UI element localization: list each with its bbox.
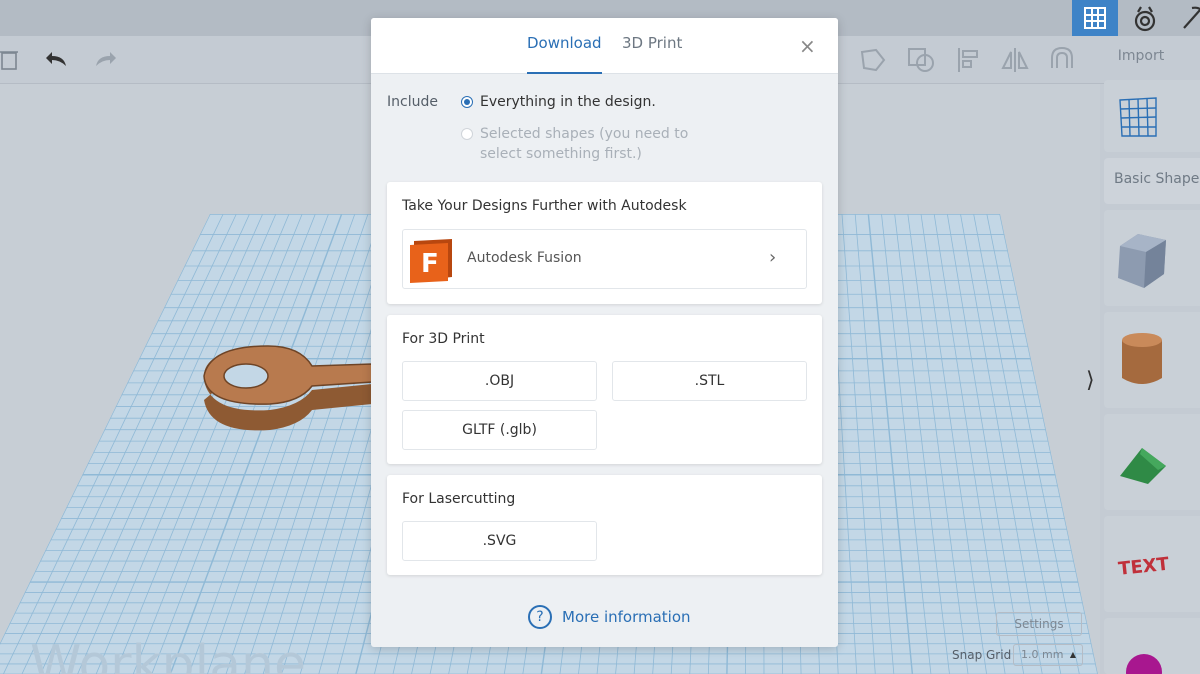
autodesk-fusion-logo-icon: F (410, 239, 452, 283)
redo-arrow-icon[interactable] (92, 50, 118, 70)
trash-icon[interactable] (0, 48, 20, 72)
shape-box[interactable] (1104, 210, 1200, 306)
roof-icon (1120, 448, 1166, 484)
autodesk-section-title: Take Your Designs Further with Autodesk (402, 198, 687, 214)
undo-arrow-icon[interactable] (44, 50, 70, 70)
shape-sphere[interactable] (1104, 618, 1200, 674)
radio-unchecked-icon (461, 128, 473, 140)
shape-text[interactable]: TEXT (1104, 516, 1200, 612)
box-icon (1118, 234, 1166, 288)
option-selected-shapes: Selected shapes (you need to select some… (461, 124, 730, 164)
align-icon[interactable] (956, 46, 982, 74)
text-shape-icon: TEXT (1117, 554, 1170, 578)
laser-section: For Lasercutting .SVG (387, 475, 822, 575)
snap-grid-select[interactable]: 1.0 mm ▲ (1013, 644, 1083, 666)
snap-grid-label: Snap Grid (952, 648, 1012, 662)
close-icon[interactable]: × (799, 36, 816, 56)
option-everything[interactable]: Everything in the design. (461, 92, 656, 112)
export-dialog: Download 3D Print × Include Everything i… (371, 18, 838, 647)
basic-shapes-dropdown[interactable]: Basic Shapes (1104, 158, 1200, 204)
tab-3d-print[interactable]: 3D Print (622, 34, 682, 74)
svg-text:TEXT: TEXT (1117, 554, 1170, 578)
gltf-button[interactable]: GLTF (.glb) (402, 410, 597, 450)
group-icon[interactable] (858, 46, 888, 74)
dialog-header: Download 3D Print × (371, 18, 838, 74)
robot-icon (1134, 6, 1156, 32)
workplane-tool[interactable] (1104, 80, 1200, 152)
chevron-right-icon: › (769, 247, 777, 268)
print-section: For 3D Print .OBJ .STL GLTF (.glb) (387, 315, 822, 464)
bricks-view-button[interactable] (1122, 0, 1168, 36)
print-section-title: For 3D Print (402, 331, 485, 347)
tab-download[interactable]: Download (527, 34, 602, 74)
shape-roof[interactable] (1104, 414, 1200, 510)
sphere-icon (1126, 654, 1162, 674)
option-selected-shapes-label: Selected shapes (you need to select some… (480, 126, 689, 162)
autodesk-section: Take Your Designs Further with Autodesk … (387, 182, 822, 304)
svg-text:F: F (421, 249, 439, 279)
snap-grid-value: 1.0 mm (1021, 648, 1064, 661)
workplane-grid-icon (1119, 97, 1157, 137)
laser-section-title: For Lasercutting (402, 491, 516, 507)
svg-button[interactable]: .SVG (402, 521, 597, 561)
settings-button[interactable]: Settings (996, 612, 1082, 636)
help-question-icon: ? (528, 605, 552, 629)
cylinder-icon (1122, 333, 1162, 384)
autodesk-fusion-link[interactable]: F Autodesk Fusion › (402, 229, 807, 289)
collapse-sidebar-chevron-icon[interactable]: ⟩ (1086, 368, 1095, 393)
pickaxe-icon (1183, 6, 1200, 29)
grid-icon (1084, 7, 1106, 29)
more-information-link[interactable]: ? More information (528, 605, 691, 629)
obj-button[interactable]: .OBJ (402, 361, 597, 401)
autodesk-fusion-label: Autodesk Fusion (467, 250, 582, 266)
shape-cylinder[interactable] (1104, 312, 1200, 408)
more-information-label: More information (562, 608, 691, 626)
option-everything-label: Everything in the design. (480, 94, 656, 110)
include-label: Include (387, 94, 438, 110)
cruise-magnet-icon[interactable] (1046, 44, 1078, 74)
caret-up-icon: ▲ (1069, 650, 1076, 659)
grid-view-button[interactable] (1072, 0, 1118, 36)
workplane-label: Workplane (30, 635, 306, 674)
tools-view-button[interactable] (1170, 0, 1200, 36)
radio-checked-icon[interactable] (461, 96, 473, 108)
mirror-icon[interactable] (1000, 46, 1030, 74)
ungroup-icon[interactable] (906, 46, 936, 74)
stl-button[interactable]: .STL (612, 361, 807, 401)
import-button[interactable]: Import (1104, 48, 1178, 64)
